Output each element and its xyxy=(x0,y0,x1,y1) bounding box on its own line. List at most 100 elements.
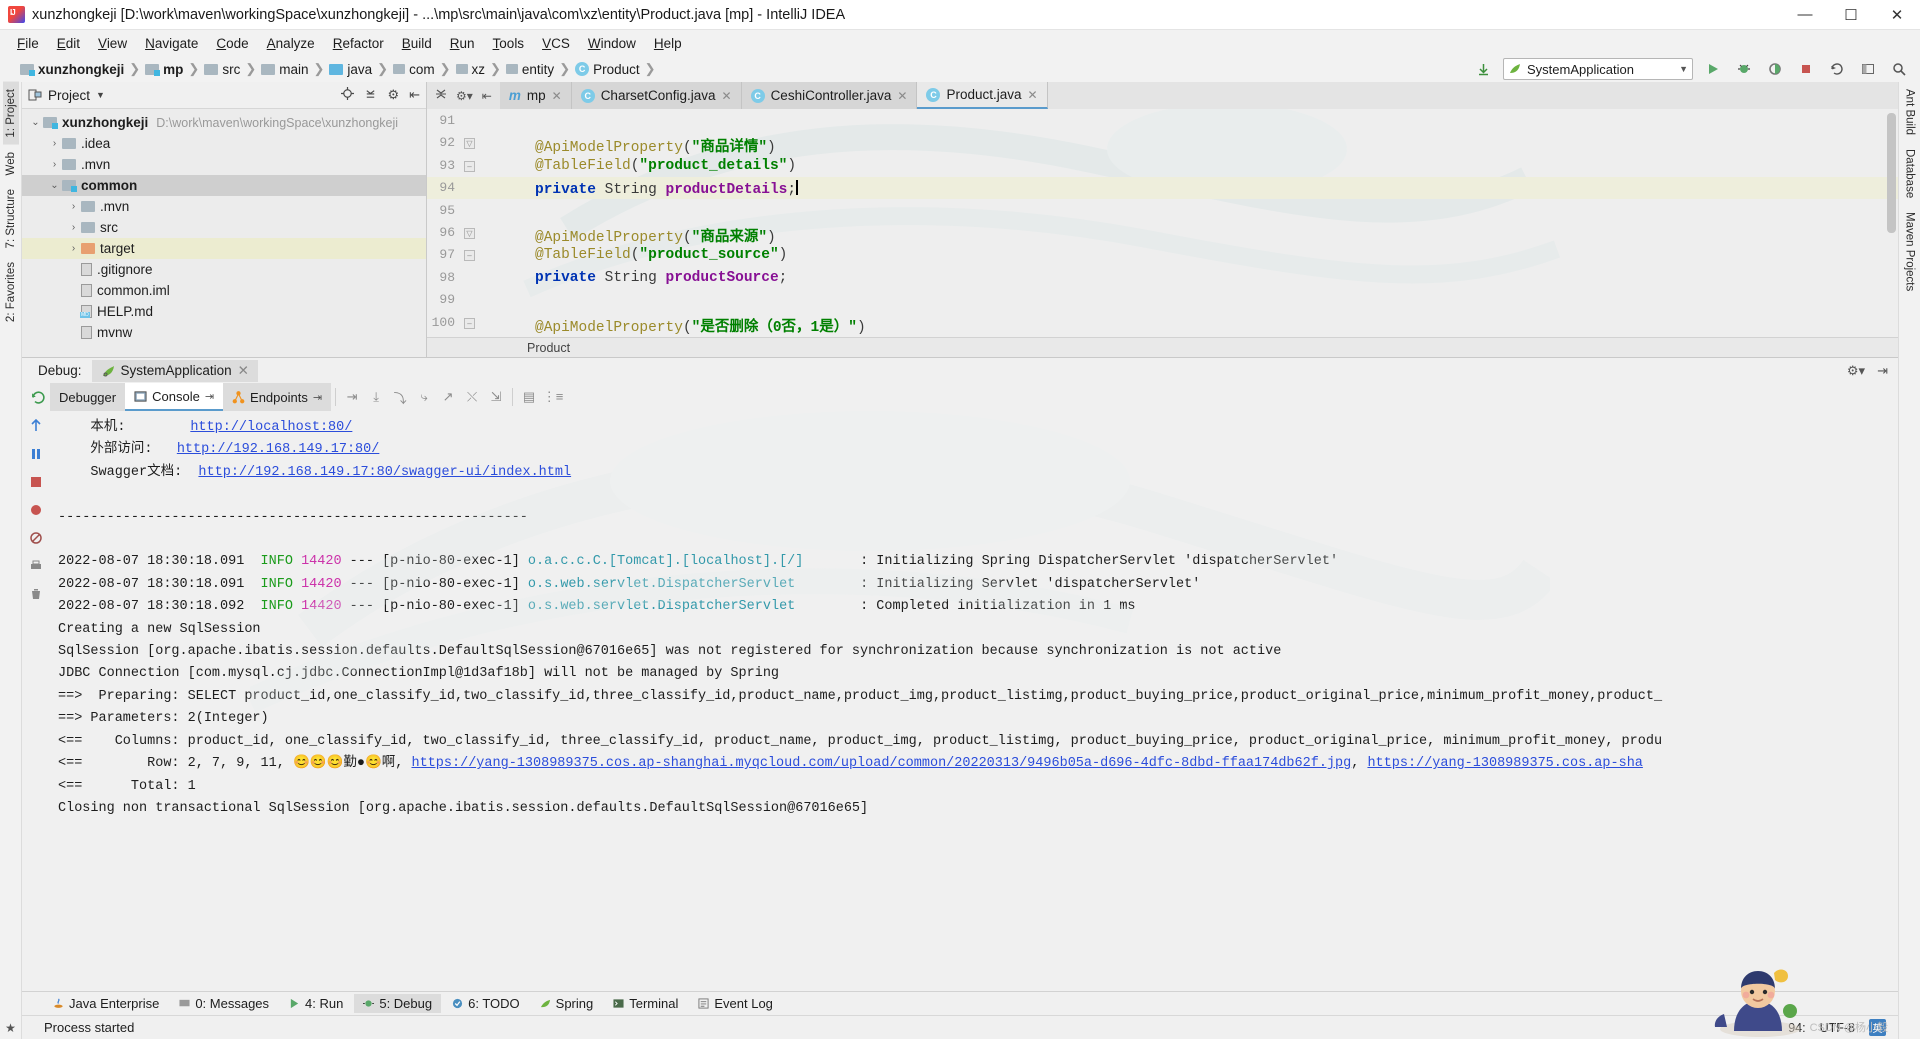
gear-icon[interactable]: ⚙▾ xyxy=(1847,363,1865,379)
console-output[interactable]: 本机: http://localhost:80/ 外部访问: http://19… xyxy=(50,411,1898,991)
mute-breakpoints-icon[interactable] xyxy=(28,529,45,546)
tool-window-ant-build[interactable]: Ant Build xyxy=(1902,82,1918,142)
code-editor[interactable]: 9192▽93–949596▽97–9899100– @ApiModelProp… xyxy=(427,109,1898,337)
code-fold-marker[interactable]: ▽ xyxy=(464,228,475,239)
expand-icon[interactable] xyxy=(435,88,447,103)
bottom-tab-event-log[interactable]: Event Log xyxy=(689,994,782,1013)
project-tree[interactable]: ⌄xunzhongkejiD:\work\maven\workingSpace\… xyxy=(22,109,426,357)
breadcrumb-item-com[interactable]: com xyxy=(393,62,435,77)
code-content[interactable]: @ApiModelProperty("商品详情")@TableField("pr… xyxy=(497,109,1898,337)
tool-window-maven[interactable]: Maven Projects xyxy=(1902,205,1918,298)
menu-item-edit[interactable]: Edit xyxy=(48,34,89,53)
tree-node-idea[interactable]: ›.idea xyxy=(22,133,426,154)
code-fold-marker[interactable]: – xyxy=(464,250,475,261)
code-fold-marker[interactable]: – xyxy=(464,161,475,172)
code-fold-marker[interactable]: – xyxy=(464,318,475,329)
tree-node-target[interactable]: ›target xyxy=(22,238,426,259)
drop-frame-icon[interactable]: ⤬ xyxy=(460,383,484,411)
bottom-tab-6--todo[interactable]: 6: TODO xyxy=(443,994,529,1013)
menu-item-build[interactable]: Build xyxy=(393,34,441,53)
coverage-icon[interactable] xyxy=(1764,58,1786,80)
tool-window-favorites[interactable]: 2: Favorites xyxy=(3,255,19,329)
favorites-star-icon[interactable]: ★ xyxy=(5,1017,16,1039)
tree-expand-arrow[interactable]: › xyxy=(47,138,62,149)
code-fold-marker[interactable]: ▽ xyxy=(464,138,475,149)
chevron-down-icon[interactable]: ▼ xyxy=(96,90,105,100)
breadcrumb-item-src[interactable]: src xyxy=(204,62,240,77)
close-icon[interactable]: ✕ xyxy=(238,363,249,379)
download-icon[interactable] xyxy=(1472,58,1494,80)
hide-icon[interactable]: ⇤ xyxy=(482,89,492,103)
show-execution-point-icon[interactable]: ⇥ xyxy=(340,383,364,411)
step-into-icon[interactable]: ⤵ xyxy=(388,383,412,411)
stop-icon[interactable] xyxy=(28,473,45,490)
debug-tab-debugger[interactable]: Debugger xyxy=(50,383,125,411)
bottom-tab-terminal[interactable]: Terminal xyxy=(604,994,687,1013)
search-icon[interactable] xyxy=(1888,58,1910,80)
tree-node-mvn[interactable]: ›.mvn xyxy=(22,196,426,217)
breadcrumb-item-main[interactable]: main xyxy=(261,62,308,77)
stop-icon[interactable] xyxy=(1795,58,1817,80)
run-configuration-selector[interactable]: SystemApplication ▼ xyxy=(1503,58,1693,80)
close-icon[interactable]: ✕ xyxy=(552,89,562,103)
maximize-button[interactable]: ☐ xyxy=(1828,0,1874,30)
collapse-all-icon[interactable] xyxy=(364,87,377,103)
step-out-icon[interactable]: ↗ xyxy=(436,383,460,411)
editor-scrollbar[interactable] xyxy=(1887,113,1896,233)
tree-expand-arrow[interactable]: ⌄ xyxy=(47,180,62,191)
console-link[interactable]: https://yang-1308989375.cos.ap-shanghai.… xyxy=(411,756,1351,771)
editor-tab-Productjava[interactable]: CProduct.java✕ xyxy=(917,82,1047,109)
tree-node-gitignore[interactable]: .gitignore xyxy=(22,259,426,280)
breadcrumb-item-xz[interactable]: xz xyxy=(456,62,486,77)
tree-node-common[interactable]: ⌄common xyxy=(22,175,426,196)
close-icon[interactable]: ✕ xyxy=(897,89,907,103)
breadcrumb-item-xunzhongkeji[interactable]: xunzhongkeji xyxy=(20,62,124,77)
menu-item-view[interactable]: View xyxy=(89,34,136,53)
hide-icon[interactable]: ⇤ xyxy=(409,87,420,103)
close-button[interactable]: ✕ xyxy=(1874,0,1920,30)
settings-icon[interactable]: ⋮≡ xyxy=(541,383,565,411)
tool-window-web[interactable]: Web xyxy=(3,145,19,182)
menu-item-help[interactable]: Help xyxy=(645,34,691,53)
editor-tab-CeshiControllerjava[interactable]: CCeshiController.java✕ xyxy=(742,82,918,109)
rerun-icon[interactable] xyxy=(26,383,50,411)
debug-tab-console[interactable]: Console⇥ xyxy=(125,383,223,411)
gear-icon[interactable]: ⚙ xyxy=(387,87,399,103)
tree-node-src[interactable]: ›src xyxy=(22,217,426,238)
tree-expand-arrow[interactable]: › xyxy=(66,201,81,212)
minimize-button[interactable]: — xyxy=(1782,0,1828,30)
menu-item-vcs[interactable]: VCS xyxy=(533,34,579,53)
print-icon[interactable] xyxy=(28,557,45,574)
debug-session-tab[interactable]: SystemApplication ✕ xyxy=(92,360,258,382)
gear-icon[interactable]: ⚙▾ xyxy=(456,89,473,103)
tree-expand-arrow[interactable]: › xyxy=(47,159,62,170)
hide-icon[interactable]: ⇥ xyxy=(1877,363,1888,379)
breadcrumb-item-Product[interactable]: CProduct xyxy=(575,62,640,77)
evaluate-icon[interactable]: ▤ xyxy=(517,383,541,411)
tree-expand-arrow[interactable]: › xyxy=(66,222,81,233)
debug-icon[interactable] xyxy=(1733,58,1755,80)
breadcrumb-item-mp[interactable]: mp xyxy=(145,62,183,77)
menu-item-file[interactable]: File xyxy=(8,34,48,53)
breakpoints-icon[interactable] xyxy=(28,501,45,518)
menu-item-window[interactable]: Window xyxy=(579,34,645,53)
menu-item-refactor[interactable]: Refactor xyxy=(324,34,393,53)
editor-tab-CharsetConfigjava[interactable]: CCharsetConfig.java✕ xyxy=(572,82,742,109)
menu-item-navigate[interactable]: Navigate xyxy=(136,34,207,53)
bottom-tab-5--debug[interactable]: 5: Debug xyxy=(354,994,441,1013)
bottom-tab-java-enterprise[interactable]: Java Enterprise xyxy=(44,994,168,1013)
step-over-icon[interactable]: ⤓ xyxy=(364,383,388,411)
force-step-into-icon[interactable]: ⤷ xyxy=(412,383,436,411)
layout-icon[interactable] xyxy=(1857,58,1879,80)
tool-window-structure[interactable]: 7: Structure xyxy=(3,182,19,255)
menu-item-tools[interactable]: Tools xyxy=(484,34,534,53)
tool-window-project[interactable]: 1: Project xyxy=(3,82,19,145)
menu-item-code[interactable]: Code xyxy=(207,34,257,53)
close-icon[interactable]: ✕ xyxy=(722,89,732,103)
pin-icon[interactable]: ⇥ xyxy=(205,390,214,403)
menu-item-analyze[interactable]: Analyze xyxy=(258,34,324,53)
run-icon[interactable] xyxy=(1702,58,1724,80)
editor-tab-mp[interactable]: mmp✕ xyxy=(500,82,572,109)
menu-item-run[interactable]: Run xyxy=(441,34,484,53)
breadcrumb-item-java[interactable]: java xyxy=(329,62,372,77)
